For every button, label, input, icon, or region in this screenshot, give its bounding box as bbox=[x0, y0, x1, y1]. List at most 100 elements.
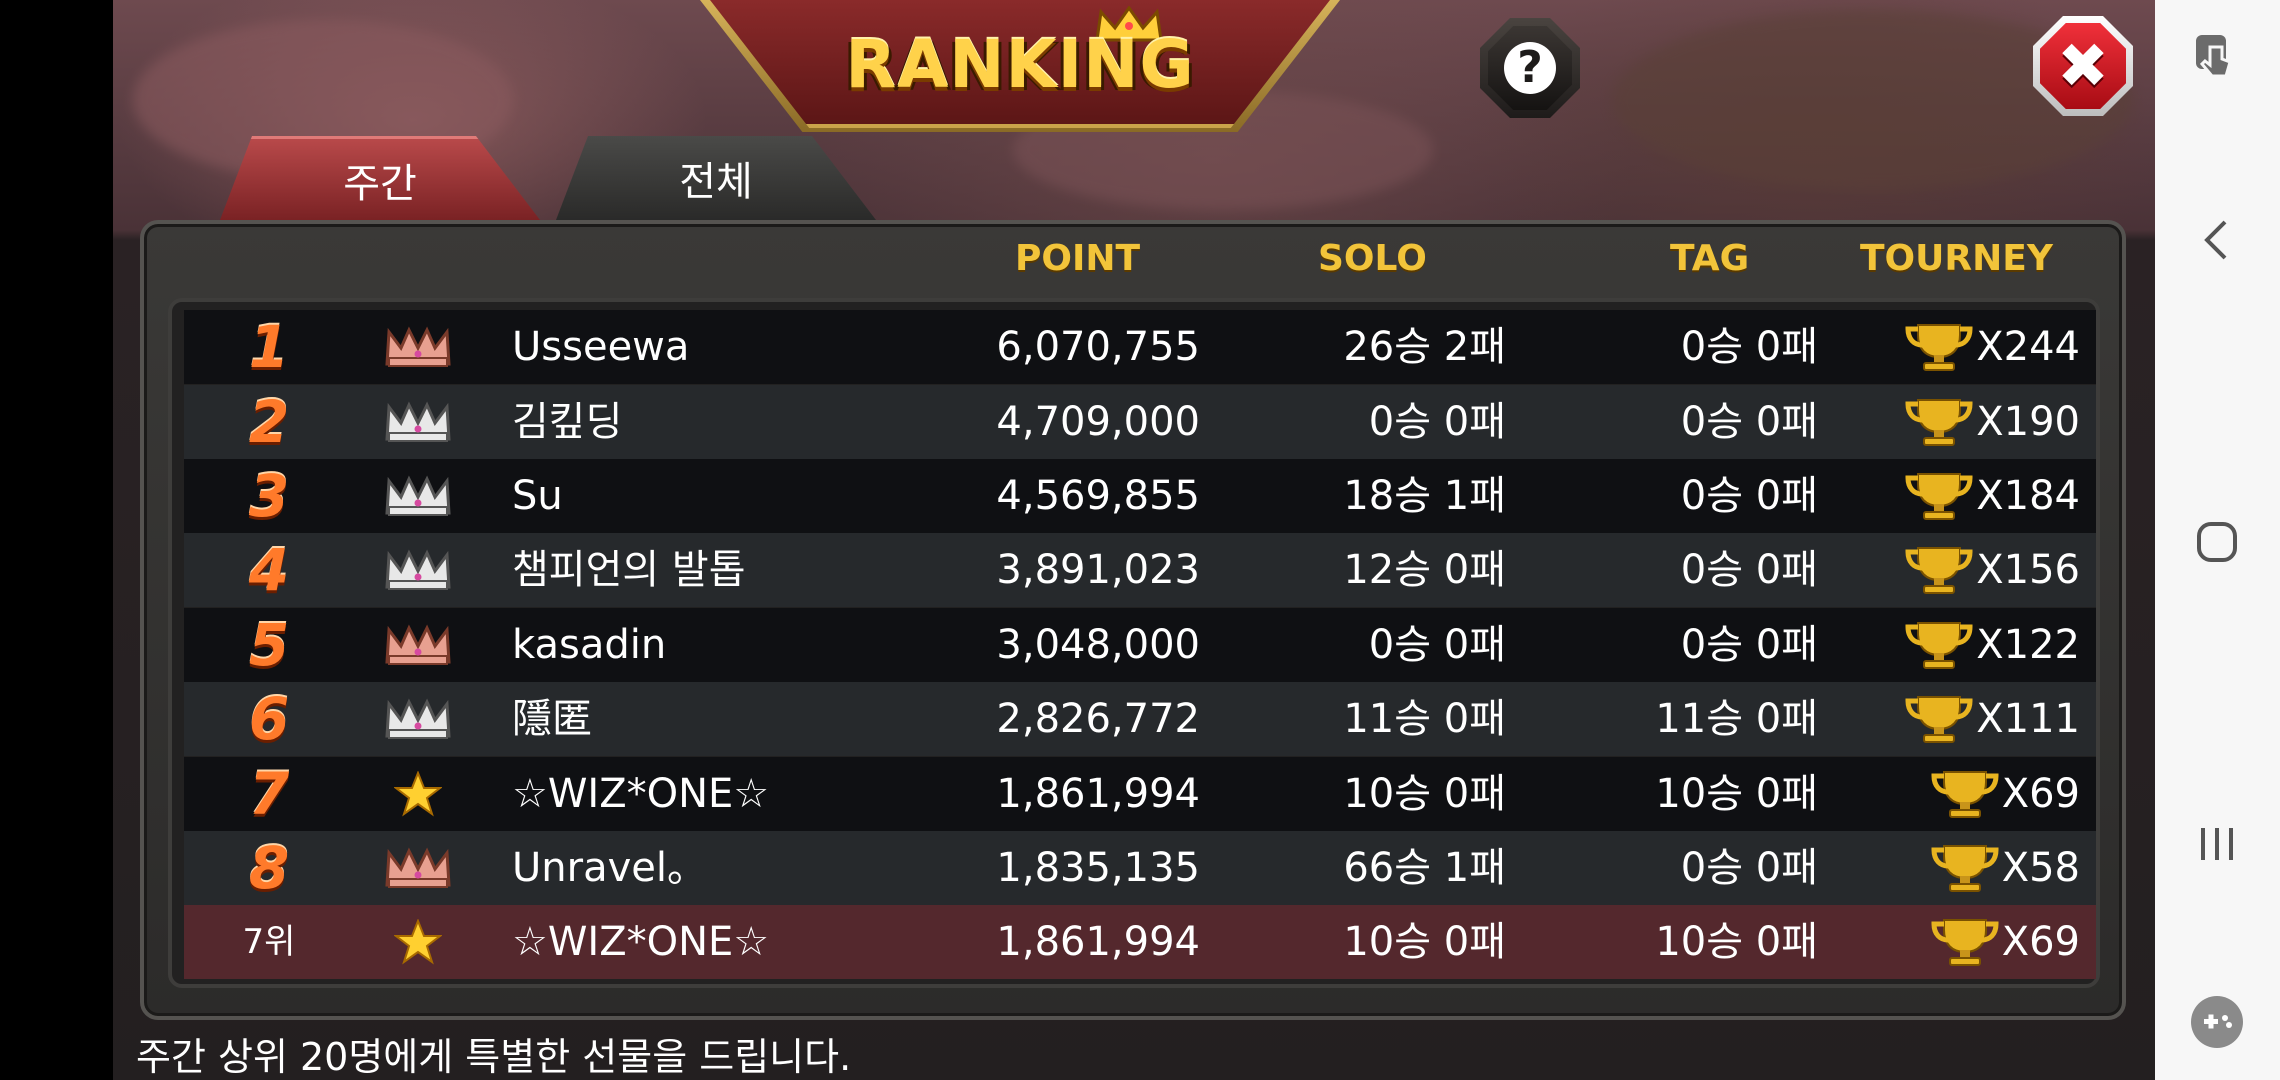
trophy-icon bbox=[1931, 771, 1999, 818]
point-value: 2,826,772 bbox=[996, 696, 1200, 742]
solo-record: 18승 1패 bbox=[1343, 473, 1506, 519]
tourney-count: X58 bbox=[1804, 831, 2080, 905]
point-value: 3,891,023 bbox=[996, 547, 1200, 593]
rank-number: 8 bbox=[248, 834, 290, 902]
table-row[interactable]: 7 ☆WIZ*ONE☆ 1,861,994 10승 0패 10승 0패 X69 bbox=[184, 757, 2096, 831]
solo-record: 10승 0패 bbox=[1343, 771, 1506, 817]
solo-record: 0승 0패 bbox=[1368, 399, 1506, 445]
star-icon bbox=[382, 757, 454, 831]
tourney-count: X244 bbox=[1804, 310, 2080, 384]
table-row[interactable]: 8 Unravel。 1,835,135 66승 1패 0승 0패 X58 bbox=[184, 831, 2096, 905]
solo-record: 11승 0패 bbox=[1343, 696, 1506, 742]
solo-record: 12승 0패 bbox=[1343, 547, 1506, 593]
trophy-icon bbox=[1905, 399, 1973, 446]
player-name: 챔피언의 발톱 bbox=[512, 547, 746, 593]
tourney-count: X122 bbox=[1804, 608, 2080, 682]
table-row[interactable]: 1 Usseewa 6,070,755 26승 2패 0승 0패 X244 bbox=[184, 310, 2096, 384]
tourney-count-value: X244 bbox=[1976, 324, 2080, 370]
silver-crown-icon bbox=[382, 533, 454, 607]
close-button[interactable]: ✖ bbox=[2033, 16, 2133, 116]
column-header-tourney: TOURNEY bbox=[1860, 238, 2053, 279]
player-name: Su bbox=[512, 473, 563, 519]
tag-record: 11승 0패 bbox=[1655, 696, 1818, 742]
home-icon[interactable] bbox=[2185, 510, 2249, 574]
tourney-count-value: X69 bbox=[2001, 919, 2080, 965]
tag-record: 0승 0패 bbox=[1680, 547, 1818, 593]
tag-record: 0승 0패 bbox=[1680, 845, 1818, 891]
tourney-count-value: X184 bbox=[1976, 473, 2080, 519]
player-name: ☆WIZ*ONE☆ bbox=[512, 771, 770, 817]
system-nav-bar bbox=[2155, 0, 2280, 1080]
game-tools-icon[interactable] bbox=[2185, 990, 2249, 1054]
solo-record: 0승 0패 bbox=[1368, 622, 1506, 668]
table-row[interactable]: 5 kasadin 3,048,000 0승 0패 0승 0패 X122 bbox=[184, 608, 2096, 682]
silver-crown-icon bbox=[382, 385, 454, 459]
trophy-icon bbox=[1931, 845, 1999, 892]
player-name: Usseewa bbox=[512, 324, 690, 370]
rank-number: 4 bbox=[248, 536, 290, 604]
footer-note: 주간 상위 20명에게 특별한 선물을 드립니다. bbox=[136, 1035, 852, 1079]
silver-crown-icon bbox=[382, 459, 454, 533]
question-icon: ? bbox=[1504, 42, 1556, 94]
rank-number: 7위 bbox=[242, 922, 296, 962]
trophy-icon bbox=[1905, 473, 1973, 520]
tag-record: 0승 0패 bbox=[1680, 399, 1818, 445]
table-row[interactable]: 2 김킾딩 4,709,000 0승 0패 0승 0패 X190 bbox=[184, 385, 2096, 459]
player-name: Unravel。 bbox=[512, 845, 707, 891]
column-header-tag: TAG bbox=[1670, 238, 1750, 279]
back-icon[interactable] bbox=[2185, 208, 2249, 272]
tourney-count: X190 bbox=[1804, 385, 2080, 459]
point-value: 1,861,994 bbox=[996, 771, 1200, 817]
solo-record: 10승 0패 bbox=[1343, 919, 1506, 965]
point-value: 3,048,000 bbox=[996, 622, 1200, 668]
tourney-count-value: X190 bbox=[1976, 399, 2080, 445]
bronze-crown-icon bbox=[382, 608, 454, 682]
player-name: ☆WIZ*ONE☆ bbox=[512, 919, 770, 965]
trophy-icon bbox=[1905, 324, 1973, 371]
trophy-icon bbox=[1905, 696, 1973, 743]
point-value: 4,709,000 bbox=[996, 399, 1200, 445]
tag-record: 0승 0패 bbox=[1680, 324, 1818, 370]
page-title: RANKING bbox=[845, 26, 1195, 103]
point-value: 4,569,855 bbox=[996, 473, 1200, 519]
my-rank-row[interactable]: 7위 ☆WIZ*ONE☆ 1,861,994 10승 0패 10승 0패 X69 bbox=[184, 905, 2096, 979]
point-value: 6,070,755 bbox=[996, 324, 1200, 370]
point-value: 1,835,135 bbox=[996, 845, 1200, 891]
tag-record: 10승 0패 bbox=[1655, 919, 1818, 965]
tourney-count: X69 bbox=[1804, 757, 2080, 831]
trophy-icon bbox=[1905, 547, 1973, 594]
tag-record: 0승 0패 bbox=[1680, 473, 1818, 519]
player-name: 김킾딩 bbox=[512, 399, 623, 445]
help-button[interactable]: ? bbox=[1480, 18, 1580, 118]
point-value: 1,861,994 bbox=[996, 919, 1200, 965]
tourney-count-value: X122 bbox=[1976, 622, 2080, 668]
column-header-point: POINT bbox=[1015, 238, 1141, 279]
table-row[interactable]: 4 챔피언의 발톱 3,891,023 12승 0패 0승 0패 X156 bbox=[184, 533, 2096, 607]
rank-number: 1 bbox=[248, 313, 290, 381]
rank-number: 2 bbox=[248, 388, 290, 456]
rank-number: 6 bbox=[248, 685, 290, 753]
close-icon: ✖ bbox=[2040, 23, 2126, 109]
recents-icon[interactable] bbox=[2185, 812, 2249, 876]
table-row[interactable]: 3 Su 4,569,855 18승 1패 0승 0패 X184 bbox=[184, 459, 2096, 533]
tourney-count-value: X58 bbox=[2001, 845, 2080, 891]
rank-number: 5 bbox=[248, 611, 290, 679]
silver-crown-icon bbox=[382, 682, 454, 756]
tag-record: 0승 0패 bbox=[1680, 622, 1818, 668]
touch-assist-icon[interactable] bbox=[2185, 26, 2249, 90]
tag-record: 10승 0패 bbox=[1655, 771, 1818, 817]
tourney-count-value: X111 bbox=[1976, 696, 2080, 742]
bronze-crown-icon bbox=[382, 831, 454, 905]
tourney-count-value: X69 bbox=[2001, 771, 2080, 817]
solo-record: 66승 1패 bbox=[1343, 845, 1506, 891]
table-row[interactable]: 6 隱匿 2,826,772 11승 0패 11승 0패 X111 bbox=[184, 682, 2096, 756]
star-icon bbox=[382, 905, 454, 979]
solo-record: 26승 2패 bbox=[1343, 324, 1506, 370]
player-name: 隱匿 bbox=[512, 696, 592, 742]
tourney-count: X69 bbox=[1804, 905, 2080, 979]
trophy-icon bbox=[1905, 622, 1973, 669]
tourney-count: X156 bbox=[1804, 533, 2080, 607]
rank-number: 7 bbox=[248, 760, 290, 828]
column-header-solo: SOLO bbox=[1318, 238, 1427, 279]
bronze-crown-icon bbox=[382, 310, 454, 384]
